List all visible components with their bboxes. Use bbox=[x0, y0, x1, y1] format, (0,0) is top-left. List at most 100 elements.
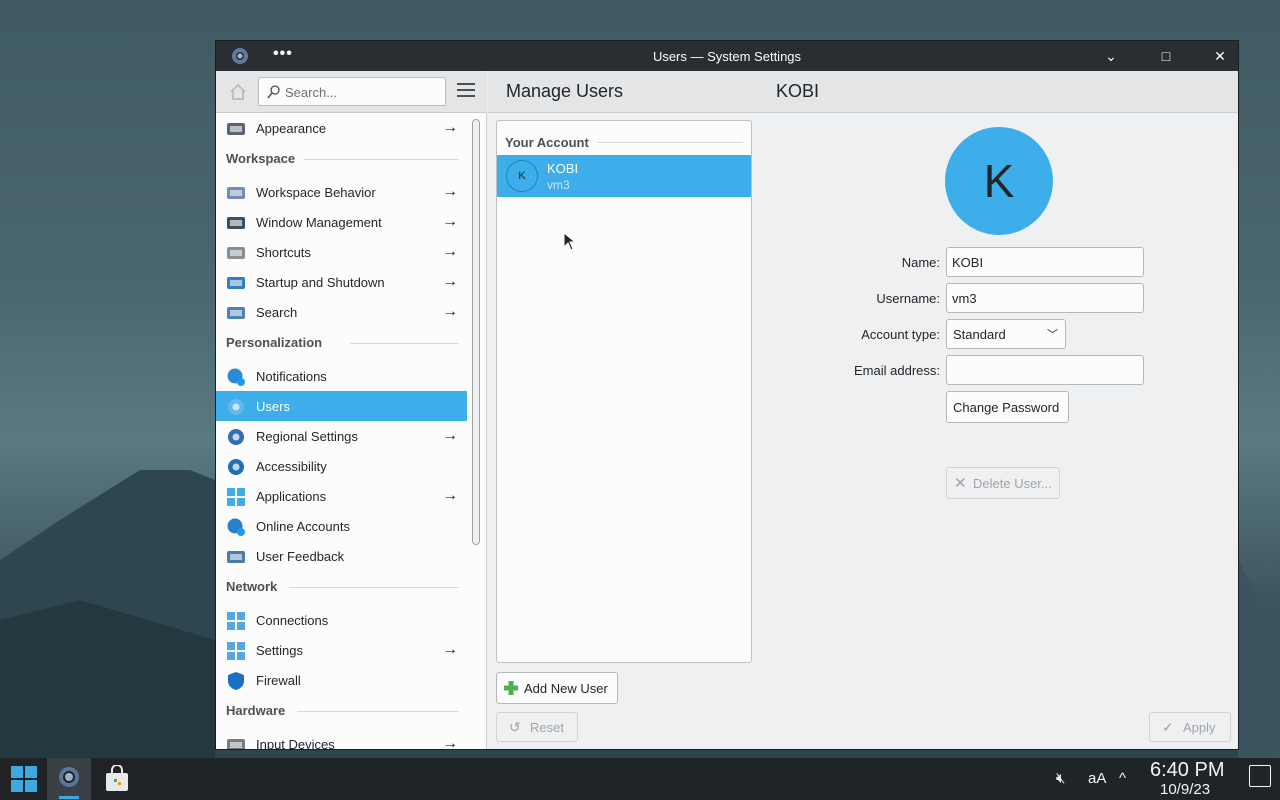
sidebar-item-connections[interactable]: Connections bbox=[216, 605, 467, 635]
taskbar: 🔇︎ aA ^ 6:40 PM 10/9/23 bbox=[0, 758, 1280, 800]
sidebar-item-user-feedback[interactable]: User Feedback bbox=[216, 541, 467, 571]
sidebar-item-firewall[interactable]: Firewall bbox=[216, 665, 467, 695]
category-divider bbox=[289, 587, 459, 588]
user-avatar-small: K bbox=[506, 160, 538, 192]
sidebar-item-applications[interactable]: Applications → bbox=[216, 481, 467, 511]
mouse-cursor-icon bbox=[563, 232, 577, 251]
sidebar-item-online-accounts[interactable]: Online Accounts bbox=[216, 511, 467, 541]
taskbar-item-system-settings[interactable] bbox=[47, 758, 91, 800]
sidebar-category-workspace: Workspace bbox=[226, 151, 296, 166]
sidebar-item-accessibility[interactable]: Accessibility bbox=[216, 451, 467, 481]
sidebar-item-label: Applications bbox=[256, 489, 327, 504]
selected-user-title: KOBI bbox=[776, 81, 820, 101]
sidebar-item-regional-settings[interactable]: Regional Settings → bbox=[216, 421, 467, 451]
category-divider bbox=[350, 343, 459, 344]
workspace-behavior-icon bbox=[227, 187, 245, 199]
category-divider bbox=[296, 711, 459, 712]
reset-button[interactable]: ↺ Reset bbox=[496, 712, 578, 742]
change-password-button[interactable]: Change Password bbox=[946, 391, 1069, 423]
user-list: Your Account K KOBI vm3 bbox=[496, 120, 752, 663]
account-type-select[interactable]: Standard ﹀ bbox=[946, 319, 1066, 349]
window-management-icon bbox=[227, 217, 245, 229]
reset-icon: ↺ bbox=[509, 719, 521, 735]
home-icon[interactable] bbox=[228, 82, 248, 102]
username-label: Username: bbox=[876, 291, 940, 306]
email-label: Email address: bbox=[854, 363, 940, 378]
sidebar-item-label: Workspace Behavior bbox=[256, 185, 376, 200]
sidebar-item-appearance[interactable]: Appearance → bbox=[216, 113, 467, 143]
tray-expand-icon[interactable]: ^ bbox=[1119, 770, 1126, 787]
connections-icon bbox=[227, 612, 245, 630]
main-header: Manage Users KOBI bbox=[488, 71, 1238, 113]
sidebar-item-label: Shortcuts bbox=[256, 245, 311, 260]
clock-time[interactable]: 6:40 PM bbox=[1150, 759, 1224, 782]
font-size-icon[interactable]: aA bbox=[1088, 770, 1106, 787]
checkmark-icon: ✓ bbox=[1162, 719, 1174, 735]
sidebar-item-label: Appearance bbox=[256, 121, 327, 136]
add-new-user-label: Add New User bbox=[524, 681, 608, 696]
network-settings-icon bbox=[227, 642, 245, 660]
sidebar-item-input-devices[interactable]: Input Devices → bbox=[216, 729, 467, 750]
apply-button[interactable]: ✓ Apply bbox=[1149, 712, 1231, 742]
users-icon bbox=[228, 399, 244, 415]
sidebar-item-window-management[interactable]: Window Management → bbox=[216, 207, 467, 237]
sidebar-item-search[interactable]: Search → bbox=[216, 297, 467, 327]
hamburger-menu-icon[interactable] bbox=[457, 83, 475, 99]
search-field[interactable] bbox=[258, 77, 446, 106]
user-list-name: KOBI bbox=[547, 161, 579, 176]
apply-label: Apply bbox=[1183, 720, 1216, 735]
sidebar-item-workspace-behavior[interactable]: Workspace Behavior → bbox=[216, 177, 467, 207]
minimize-button[interactable]: ⌄ bbox=[1101, 46, 1121, 66]
sidebar-item-label: Connections bbox=[256, 613, 329, 628]
arrow-right-icon: → bbox=[442, 303, 458, 320]
sidebar-scrollbar[interactable] bbox=[467, 113, 487, 749]
sidebar-item-label: User Feedback bbox=[256, 549, 345, 564]
close-button[interactable]: ✕ bbox=[1210, 46, 1230, 66]
name-field[interactable]: KOBI bbox=[946, 247, 1144, 277]
arrow-right-icon: → bbox=[442, 183, 458, 200]
email-field[interactable] bbox=[946, 355, 1144, 385]
user-list-username: vm3 bbox=[547, 178, 570, 192]
chevron-down-icon: ﹀ bbox=[1047, 329, 1058, 341]
volume-muted-icon[interactable]: 🔇︎ bbox=[1056, 770, 1065, 787]
your-account-heading: Your Account bbox=[505, 135, 589, 150]
add-icon bbox=[504, 681, 518, 695]
search-input[interactable] bbox=[285, 83, 440, 101]
sidebar-item-notifications[interactable]: Notifications bbox=[216, 361, 467, 391]
arrow-right-icon: → bbox=[442, 641, 458, 658]
reset-label: Reset bbox=[530, 720, 564, 735]
sidebar: Appearance → Workspace Workspace Behavior → W… bbox=[216, 113, 467, 750]
sidebar-category-network: Network bbox=[226, 579, 278, 594]
delete-user-button[interactable]: ✕ Delete User... bbox=[946, 467, 1060, 499]
mouse-icon bbox=[227, 739, 245, 749]
sidebar-item-settings[interactable]: Settings → bbox=[216, 635, 467, 665]
sidebar-item-label: Notifications bbox=[256, 369, 327, 384]
sidebar-item-label: Settings bbox=[256, 643, 303, 658]
title-bar[interactable]: ••• Users — System Settings ⌄ □ ✕ bbox=[216, 41, 1238, 71]
maximize-button[interactable]: □ bbox=[1156, 46, 1176, 66]
user-avatar-large[interactable]: K bbox=[945, 127, 1053, 235]
sidebar-item-users[interactable]: Users bbox=[216, 391, 467, 421]
sidebar-item-label: Startup and Shutdown bbox=[256, 275, 385, 290]
change-password-label: Change Password bbox=[953, 400, 1060, 415]
arrow-right-icon: → bbox=[442, 735, 458, 750]
sidebar-category-personalization: Personalization bbox=[226, 335, 323, 350]
arrow-right-icon: → bbox=[442, 213, 458, 230]
sidebar-item-startup-and-shutdown[interactable]: Startup and Shutdown → bbox=[216, 267, 467, 297]
discover-store-icon[interactable] bbox=[103, 765, 131, 793]
sidebar-item-label: Accessibility bbox=[256, 459, 327, 474]
clock-date[interactable]: 10/9/23 bbox=[1160, 781, 1210, 798]
sidebar-scrollbar-thumb[interactable] bbox=[472, 119, 480, 545]
start-menu-icon[interactable] bbox=[10, 765, 38, 793]
startup-icon bbox=[227, 277, 245, 289]
sidebar-item-shortcuts[interactable]: Shortcuts → bbox=[216, 237, 467, 267]
firewall-icon bbox=[228, 672, 244, 690]
user-list-item[interactable]: K KOBI vm3 bbox=[497, 155, 751, 197]
add-new-user-button[interactable]: Add New User bbox=[496, 672, 618, 704]
window-title: Users — System Settings bbox=[652, 49, 802, 64]
username-field[interactable]: vm3 bbox=[946, 283, 1144, 313]
regional-icon bbox=[228, 429, 244, 445]
sidebar-item-label: Search bbox=[256, 305, 298, 320]
delete-user-label: Delete User... bbox=[973, 476, 1052, 491]
show-desktop-icon[interactable] bbox=[1249, 765, 1271, 787]
